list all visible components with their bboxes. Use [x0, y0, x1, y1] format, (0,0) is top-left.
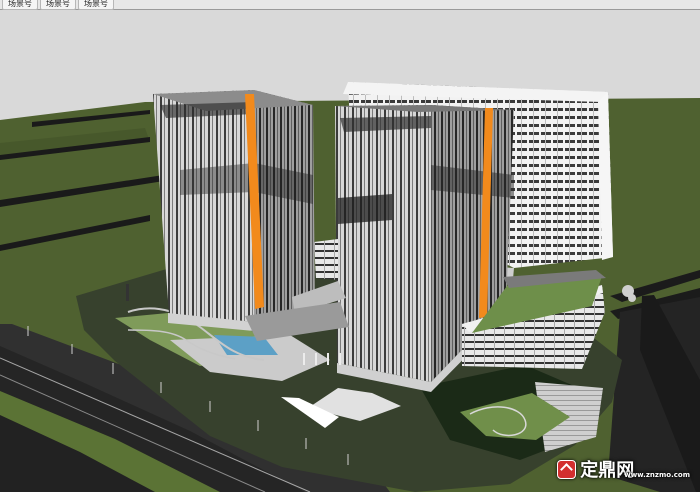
sketchup-viewport-window: 场景号 场景号 场景号 定鼎网 www.znzmo.com — [0, 0, 700, 492]
3d-model-viewport[interactable]: 定鼎网 www.znzmo.com — [0, 10, 700, 492]
scene-tab-3[interactable]: 场景号 — [78, 0, 114, 10]
scene-tab-1[interactable]: 场景号 — [2, 0, 38, 10]
left-tower — [153, 90, 316, 331]
brand-logo-icon — [557, 459, 577, 479]
scene-tab-bar: 场景号 场景号 场景号 — [0, 0, 700, 10]
scene-tab-2[interactable]: 场景号 — [40, 0, 76, 10]
watermark: 定鼎网 www.znzmo.com — [557, 456, 690, 482]
sketchup-scene — [0, 10, 700, 492]
watermark-url: www.znzmo.com — [624, 471, 690, 479]
